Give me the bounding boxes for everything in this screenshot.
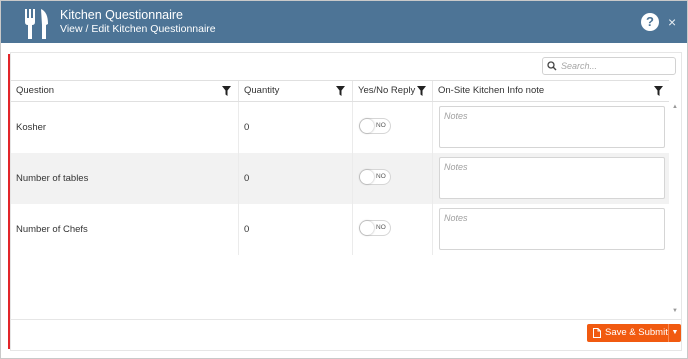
dialog-subtitle: View / Edit Kitchen Questionnaire [60,23,216,35]
filter-icon[interactable] [417,86,426,96]
question-cell: Number of Chefs [11,204,239,255]
column-header-quantity[interactable]: Quantity [239,81,353,101]
filter-icon[interactable] [654,86,663,96]
toggle-knob [360,221,374,235]
questionnaire-dialog: Kitchen Questionnaire View / Edit Kitche… [0,0,688,359]
question-text: Kosher [16,122,47,133]
notes-cell [433,204,669,255]
column-header-reply[interactable]: Yes/No Reply [353,81,433,101]
save-submit-button[interactable]: Save & Submit [587,324,668,342]
column-label: On-Site Kitchen Info note [438,85,545,96]
column-header-question[interactable]: Question [11,81,239,101]
question-text: Number of Chefs [16,224,88,235]
reply-cell: NO [353,153,433,204]
dialog-title: Kitchen Questionnaire [60,8,183,22]
column-header-notes[interactable]: On-Site Kitchen Info note [433,81,669,101]
scroll-up-icon[interactable]: ▲ [672,104,678,110]
question-text: Number of tables [16,173,89,184]
yes-no-toggle[interactable]: NO [359,169,391,185]
reply-cell: NO [353,204,433,255]
notes-cell [433,153,669,204]
question-cell: Number of tables [11,153,239,204]
search-input[interactable] [561,59,671,73]
footer-divider [11,319,681,320]
quantity-value: 0 [244,224,250,235]
close-icon[interactable]: × [668,13,676,31]
toggle-label: NO [376,173,386,180]
table-header: Question Quantity Yes/No Reply On-Site K… [11,80,669,102]
quantity-value: 0 [244,122,250,133]
help-icon[interactable]: ? [641,13,659,31]
accent-bar [8,54,10,349]
document-icon [593,328,601,338]
notes-field[interactable] [439,208,665,250]
search-box[interactable] [542,57,676,75]
table-row: Number of Chefs 0 NO [11,204,669,255]
yes-no-toggle[interactable]: NO [359,220,391,236]
save-options-dropdown[interactable]: ▼ [668,324,681,342]
vertical-scrollbar[interactable]: ▲ ▼ [669,102,681,318]
quantity-cell: 0 [239,153,353,204]
notes-field[interactable] [439,106,665,148]
reply-cell: NO [353,102,433,153]
question-cell: Kosher [11,102,239,153]
search-icon [547,61,557,71]
column-label: Yes/No Reply [358,85,416,96]
quantity-cell: 0 [239,102,353,153]
dialog-header: Kitchen Questionnaire View / Edit Kitche… [1,1,687,43]
quantity-cell: 0 [239,204,353,255]
toggle-knob [360,170,374,184]
filter-icon[interactable] [222,86,231,96]
toggle-label: NO [376,122,386,129]
table-row: Kosher 0 NO [11,102,669,153]
column-label: Quantity [244,85,280,96]
filter-icon[interactable] [336,86,345,96]
quantity-value: 0 [244,173,250,184]
toggle-label: NO [376,224,386,231]
column-label: Question [16,85,55,96]
toggle-knob [360,119,374,133]
notes-field[interactable] [439,157,665,199]
yes-no-toggle[interactable]: NO [359,118,391,134]
table-row: Number of tables 0 NO [11,153,669,204]
notes-cell [433,102,669,153]
cutlery-icon [25,9,48,39]
save-button-label: Save & Submit [605,327,668,338]
scroll-down-icon[interactable]: ▼ [672,308,678,314]
